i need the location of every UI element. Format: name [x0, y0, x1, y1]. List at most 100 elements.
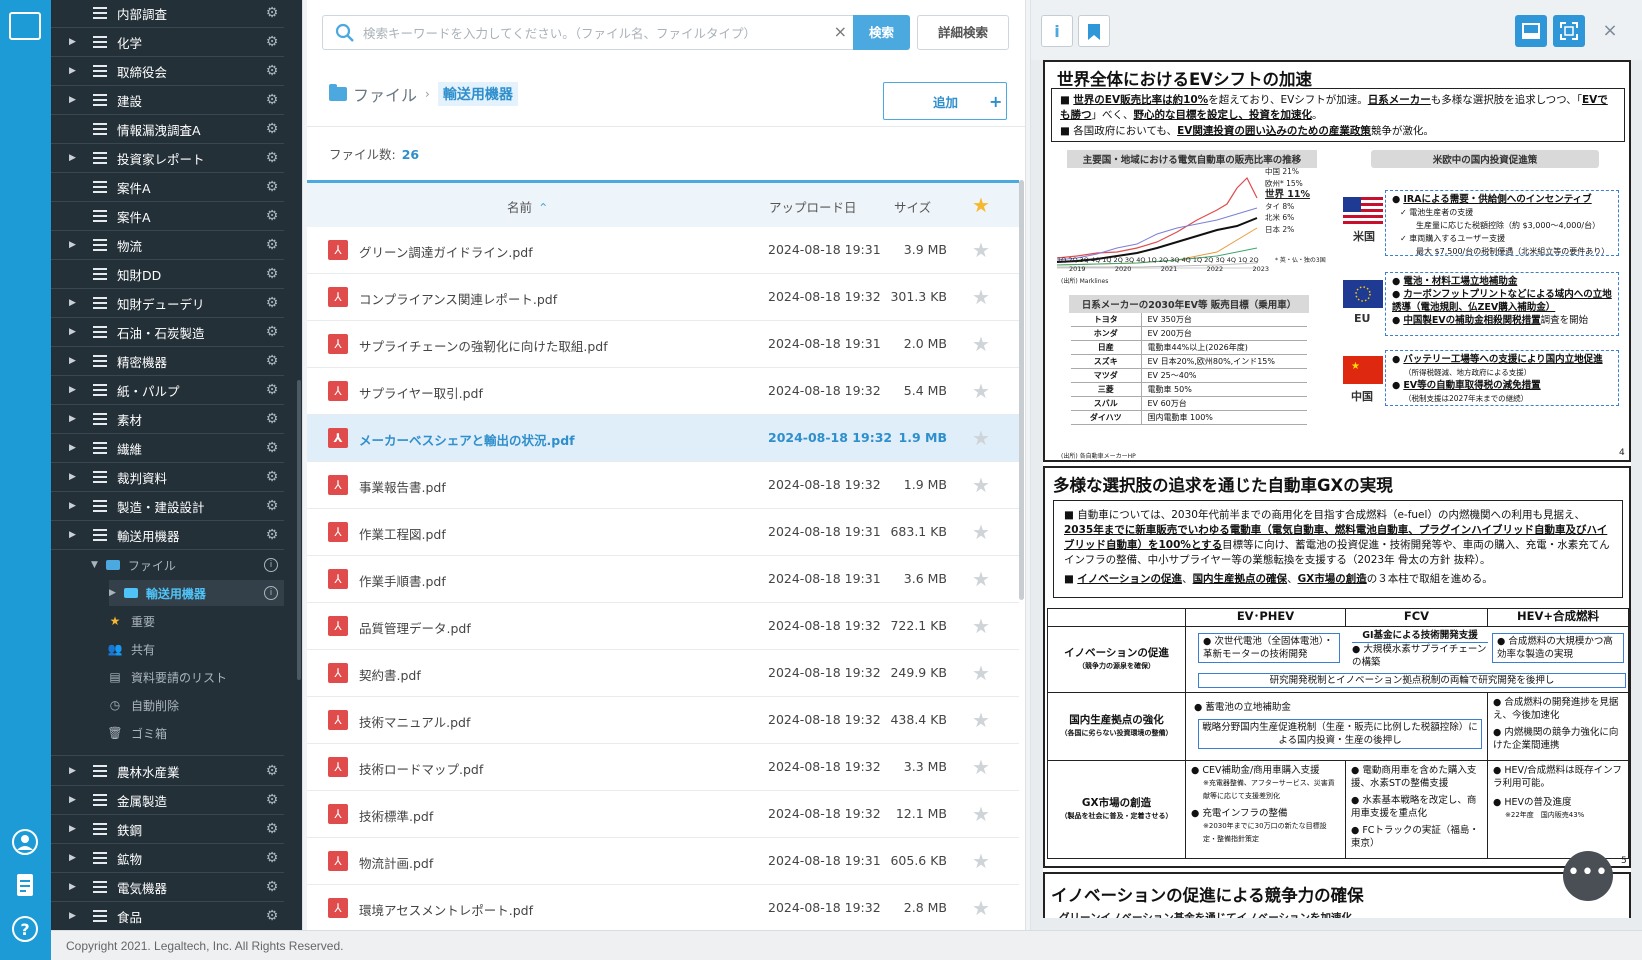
gear-icon[interactable]: ⚙ — [264, 121, 280, 137]
gear-icon[interactable]: ⚙ — [264, 411, 280, 427]
document-icon[interactable] — [10, 870, 40, 900]
file-name[interactable]: 環境アセスメントレポート.pdf — [359, 900, 533, 919]
gear-icon[interactable]: ⚙ — [264, 763, 280, 779]
star-icon[interactable]: ★ — [972, 285, 990, 309]
chevron-right-icon[interactable]: ▶ — [109, 588, 116, 598]
sidebar-item[interactable]: ▶ 精密機器 ⚙ — [51, 347, 284, 376]
fullscreen-icon[interactable] — [1553, 15, 1585, 47]
star-icon[interactable]: ★ — [972, 238, 990, 262]
gear-icon[interactable]: ⚙ — [264, 295, 280, 311]
gear-icon[interactable]: ⚙ — [264, 821, 280, 837]
sidebar-item[interactable]: ▶ 石油・石炭製造 ⚙ — [51, 318, 284, 347]
star-icon[interactable]: ★ — [972, 473, 990, 497]
file-name[interactable]: サプライヤー取引.pdf — [359, 383, 483, 402]
sidebar-scrollbar[interactable] — [297, 380, 301, 680]
gear-icon[interactable]: ⚙ — [264, 527, 280, 543]
account-icon[interactable] — [10, 827, 40, 857]
advanced-search-button[interactable]: 詳細検索 — [917, 15, 1009, 50]
star-icon[interactable]: ★ — [972, 661, 990, 685]
star-icon[interactable]: ★ — [972, 426, 990, 450]
table-row[interactable]: ⅄ 環境アセスメントレポート.pdf 2024-08-18 19:32 2.8 MB ★ — [307, 885, 1019, 930]
sidebar-item[interactable]: ▶ 鉱物 ⚙ — [51, 844, 284, 873]
table-row[interactable]: ⅄ 作業工程図.pdf 2024-08-18 19:31 683.1 KB ★ — [307, 509, 1019, 556]
table-row[interactable]: ⅄ 技術標準.pdf 2024-08-18 19:32 12.1 MB ★ — [307, 791, 1019, 838]
chevron-right-icon[interactable]: ▶ — [69, 824, 79, 834]
sidebar-item[interactable]: ▶ 繊維 ⚙ — [51, 434, 284, 463]
table-row[interactable]: ⅄ コンプライアンス関連レポート.pdf 2024-08-18 19:32 301.3… — [307, 274, 1019, 321]
gear-icon[interactable]: ⚙ — [264, 5, 280, 21]
sidebar-item[interactable]: ▶ 食品 ⚙ — [51, 902, 284, 930]
star-icon[interactable]: ★ — [972, 614, 990, 638]
chevron-right-icon[interactable]: ▶ — [69, 472, 79, 482]
table-row[interactable]: ⅄ 品質管理データ.pdf 2024-08-18 19:32 722.1 KB ★ — [307, 603, 1019, 650]
column-size[interactable]: サイズ — [894, 197, 931, 216]
sidebar-item[interactable]: ▶ 輸送用機器 ⚙ — [51, 521, 284, 550]
sidebar-item[interactable]: ▶ 建設 ⚙ — [51, 86, 284, 115]
sidebar-item[interactable]: ▶ 知財デューデリ ⚙ — [51, 289, 284, 318]
gear-icon[interactable]: ⚙ — [264, 498, 280, 514]
star-icon[interactable]: ★ — [972, 896, 990, 920]
gear-icon[interactable]: ⚙ — [264, 353, 280, 369]
chevron-right-icon[interactable]: ▶ — [69, 414, 79, 424]
file-name[interactable]: コンプライアンス関連レポート.pdf — [359, 289, 557, 308]
file-name[interactable]: 品質管理データ.pdf — [359, 618, 471, 637]
sidebar-folder-selected[interactable]: ▶ 輸送用機器 i — [109, 580, 284, 606]
info-icon[interactable]: i — [1041, 15, 1073, 47]
star-icon[interactable]: ★ — [972, 755, 990, 779]
gear-icon[interactable]: ⚙ — [264, 469, 280, 485]
star-filter-icon[interactable]: ★ — [972, 193, 990, 217]
split-view-icon[interactable] — [1515, 15, 1547, 47]
app-logo[interactable] — [9, 12, 41, 40]
chevron-right-icon[interactable]: ▶ — [69, 298, 79, 308]
chevron-right-icon[interactable]: ▶ — [69, 240, 79, 250]
gear-icon[interactable]: ⚙ — [264, 440, 280, 456]
table-row[interactable]: ⅄ サプライヤー取引.pdf 2024-08-18 19:32 5.4 MB ★ — [307, 368, 1019, 415]
sidebar-item[interactable]: 案件A ⚙ — [51, 202, 284, 231]
gear-icon[interactable]: ⚙ — [264, 34, 280, 50]
sidebar-item[interactable]: ▶ 農林水産業 ⚙ — [51, 757, 284, 786]
chevron-right-icon[interactable]: ▶ — [69, 911, 79, 921]
sidebar-item[interactable]: ▶ 紙・パルプ ⚙ — [51, 376, 284, 405]
gear-icon[interactable]: ⚙ — [264, 179, 280, 195]
file-name[interactable]: 契約書.pdf — [359, 665, 421, 684]
sidebar-item[interactable]: ▶ 鉄鋼 ⚙ — [51, 815, 284, 844]
search-input[interactable] — [363, 22, 813, 44]
table-row[interactable]: ⅄ 物流計画.pdf 2024-08-18 19:31 605.6 KB ★ — [307, 838, 1019, 885]
table-row[interactable]: ⅄ 契約書.pdf 2024-08-18 19:32 249.9 KB ★ — [307, 650, 1019, 697]
star-icon[interactable]: ★ — [972, 379, 990, 403]
table-row[interactable]: ⅄ メーカーベスシェアと輸出の状況.pdf 2024-08-18 19:32 1.9 … — [307, 415, 1019, 462]
chevron-right-icon[interactable]: ▶ — [69, 66, 79, 76]
chevron-right-icon[interactable]: ▶ — [69, 153, 79, 163]
sidebar-requests[interactable]: ▤ 資料要請のリスト — [107, 664, 284, 690]
chevron-right-icon[interactable]: ▶ — [69, 530, 79, 540]
sidebar-item[interactable]: 情報漏洩調査A ⚙ — [51, 115, 284, 144]
search-button[interactable]: 検索 — [853, 15, 910, 50]
sidebar-shared[interactable]: 👥 共有 — [107, 636, 284, 662]
table-row[interactable]: ⅄ サプライチェーンの強靭化に向けた取組.pdf 2024-08-18 19:31 2… — [307, 321, 1019, 368]
chevron-right-icon[interactable]: ▶ — [69, 795, 79, 805]
sidebar-files[interactable]: ▼ ファイル i — [91, 552, 284, 578]
gear-icon[interactable]: ⚙ — [264, 879, 280, 895]
chevron-right-icon[interactable]: ▶ — [69, 327, 79, 337]
star-icon[interactable]: ★ — [972, 802, 990, 826]
gear-icon[interactable]: ⚙ — [264, 382, 280, 398]
table-row[interactable]: ⅄ グリーン調達ガイドライン.pdf 2024-08-18 19:31 3.9 MB ★ — [307, 227, 1019, 274]
chevron-right-icon[interactable]: ▶ — [69, 882, 79, 892]
table-row[interactable]: ⅄ 事業報告書.pdf 2024-08-18 19:32 1.9 MB ★ — [307, 462, 1019, 509]
sidebar-item[interactable]: 内部調査 ⚙ — [51, 0, 284, 28]
sidebar-item[interactable]: ▶ 裁判資料 ⚙ — [51, 463, 284, 492]
file-name[interactable]: サプライチェーンの強靭化に向けた取組.pdf — [359, 336, 608, 355]
file-name[interactable]: 作業工程図.pdf — [359, 524, 446, 543]
sidebar-item[interactable]: 知財DD ⚙ — [51, 260, 284, 289]
sidebar-item[interactable]: ▶ 取締役会 ⚙ — [51, 57, 284, 86]
add-button[interactable]: 追加 + — [883, 82, 1007, 120]
sidebar-item[interactable]: ▶ 製造・建設設計 ⚙ — [51, 492, 284, 521]
chevron-right-icon[interactable]: ▶ — [69, 95, 79, 105]
gear-icon[interactable]: ⚙ — [264, 92, 280, 108]
sidebar-auto-delete[interactable]: ◷ 自動削除 — [107, 692, 284, 718]
sidebar-item[interactable]: ▶ 物流 ⚙ — [51, 231, 284, 260]
clear-search-icon[interactable]: × — [834, 22, 847, 41]
sidebar-item[interactable]: ▶ 素材 ⚙ — [51, 405, 284, 434]
file-name[interactable]: 事業報告書.pdf — [359, 477, 446, 496]
file-name[interactable]: 作業手順書.pdf — [359, 571, 446, 590]
